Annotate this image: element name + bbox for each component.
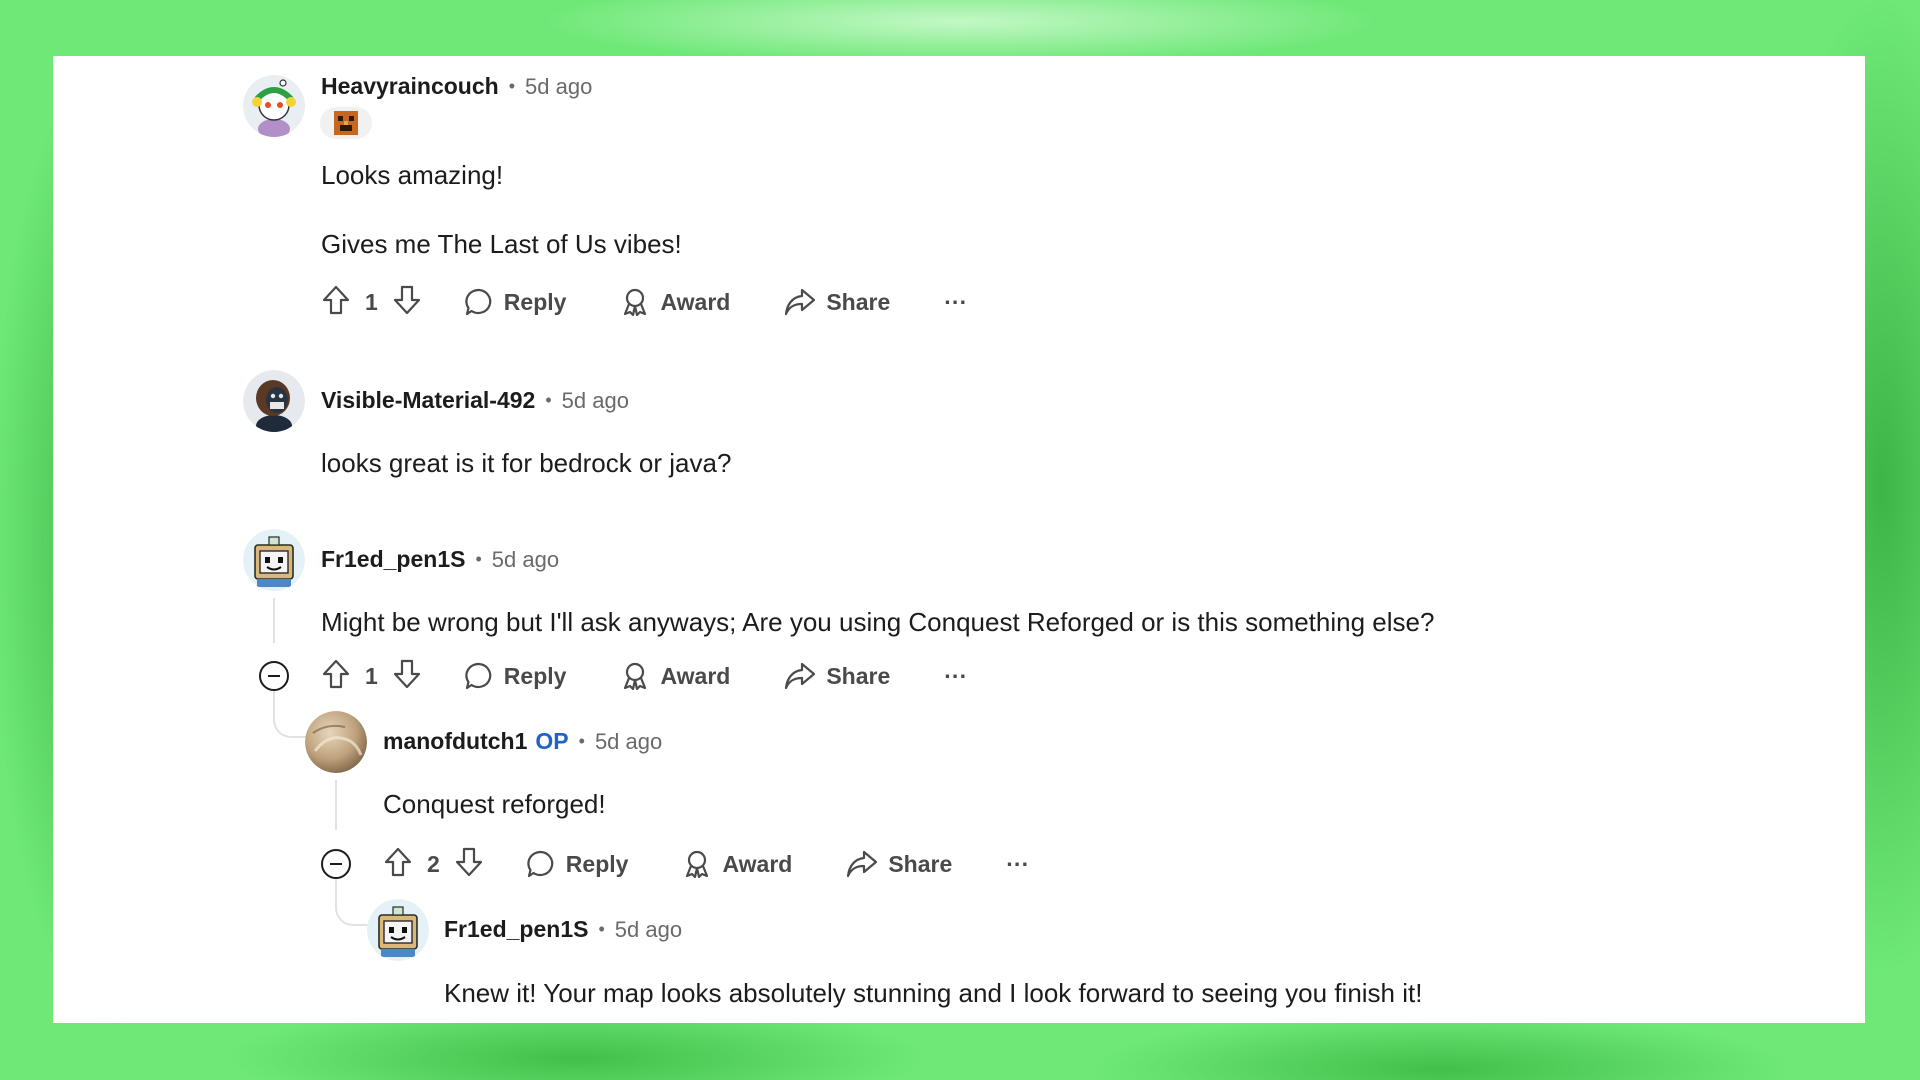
avatar[interactable] bbox=[305, 711, 367, 773]
username[interactable]: Visible-Material-492 bbox=[321, 387, 535, 414]
separator-dot: • bbox=[545, 390, 552, 410]
share-button[interactable]: Share bbox=[846, 849, 952, 879]
downvote-icon[interactable] bbox=[392, 658, 422, 695]
comment-thread-card: Heavyraincouch • 5d ago Looks amazing! G… bbox=[53, 56, 1865, 1023]
downvote-icon[interactable] bbox=[454, 846, 484, 883]
share-icon bbox=[847, 850, 878, 878]
separator-dot: • bbox=[508, 76, 516, 96]
avatar[interactable] bbox=[367, 899, 429, 961]
comment-text: Might be wrong but I'll ask anyways; Are… bbox=[321, 607, 1435, 637]
comment-header: manofdutch1 OP • 5d ago bbox=[383, 728, 662, 755]
timestamp[interactable]: 5d ago bbox=[562, 388, 629, 414]
thread-line bbox=[273, 598, 275, 643]
reply-button[interactable]: Reply bbox=[526, 849, 629, 879]
comment-thread: Heavyraincouch • 5d ago Looks amazing! G… bbox=[53, 56, 1865, 1023]
award-icon bbox=[624, 662, 647, 691]
share-label: Share bbox=[826, 662, 891, 689]
user-flair bbox=[320, 107, 372, 139]
vote-count: 2 bbox=[427, 850, 440, 877]
award-button[interactable]: Award bbox=[682, 849, 792, 879]
timestamp[interactable]: 5d ago bbox=[492, 547, 559, 573]
thread-line bbox=[335, 780, 337, 830]
award-button[interactable]: Award bbox=[620, 287, 730, 317]
username[interactable]: Heavyraincouch bbox=[321, 73, 499, 100]
vote-count: 1 bbox=[365, 288, 378, 315]
comment-text: Gives me The Last of Us vibes! bbox=[321, 229, 682, 259]
separator-dot: • bbox=[475, 549, 482, 569]
downvote-icon[interactable] bbox=[392, 284, 422, 321]
comment-header: Heavyraincouch • 5d ago bbox=[321, 73, 592, 100]
comment-text: looks great is it for bedrock or java? bbox=[321, 448, 732, 478]
username[interactable]: Fr1ed_pen1S bbox=[321, 546, 465, 573]
timestamp[interactable]: 5d ago bbox=[615, 917, 682, 943]
comment-actions: 2 Reply Award Share ··· bbox=[383, 844, 1029, 884]
thread-connector bbox=[273, 691, 310, 738]
vote-count: 1 bbox=[365, 662, 378, 689]
comment-text: Knew it! Your map looks absolutely stunn… bbox=[444, 978, 1423, 1008]
reply-label: Reply bbox=[565, 850, 629, 877]
share-icon bbox=[785, 288, 816, 316]
more-icon: ··· bbox=[1006, 850, 1030, 877]
avatar[interactable] bbox=[243, 529, 305, 591]
comment-bubble-icon bbox=[465, 288, 492, 316]
upvote-icon[interactable] bbox=[321, 284, 351, 321]
comment-actions: 1 Reply Award Share ··· bbox=[321, 282, 967, 322]
share-label: Share bbox=[826, 288, 891, 315]
award-icon bbox=[686, 850, 709, 879]
separator-dot: • bbox=[578, 731, 585, 751]
op-badge: OP bbox=[535, 728, 569, 754]
share-button[interactable]: Share bbox=[784, 661, 890, 691]
award-label: Award bbox=[660, 662, 731, 689]
award-label: Award bbox=[722, 850, 793, 877]
flair-icon bbox=[334, 111, 358, 135]
comment-text: Looks amazing! bbox=[321, 160, 504, 190]
comment-bubble-icon bbox=[527, 850, 554, 878]
comment-header: Fr1ed_pen1S • 5d ago bbox=[321, 546, 559, 573]
share-button[interactable]: Share bbox=[784, 287, 890, 317]
more-options-button[interactable]: ··· bbox=[944, 663, 967, 690]
avatar[interactable] bbox=[243, 75, 305, 137]
more-icon: ··· bbox=[944, 288, 968, 315]
comment-header: Fr1ed_pen1S • 5d ago bbox=[444, 916, 682, 943]
more-options-button[interactable]: ··· bbox=[944, 289, 967, 316]
award-button[interactable]: Award bbox=[620, 661, 730, 691]
upvote-icon[interactable] bbox=[383, 846, 413, 883]
username[interactable]: Fr1ed_pen1S bbox=[444, 916, 588, 943]
separator-dot: • bbox=[598, 919, 605, 939]
award-label: Award bbox=[660, 288, 731, 315]
reply-label: Reply bbox=[503, 288, 567, 315]
collapse-thread-button[interactable] bbox=[321, 849, 351, 879]
username[interactable]: manofdutch1 bbox=[383, 728, 527, 755]
reply-button[interactable]: Reply bbox=[464, 287, 567, 317]
reply-button[interactable]: Reply bbox=[464, 661, 567, 691]
thread-connector bbox=[335, 879, 372, 926]
share-icon bbox=[785, 662, 816, 690]
collapse-thread-button[interactable] bbox=[259, 661, 289, 691]
upvote-icon[interactable] bbox=[321, 658, 351, 695]
reply-label: Reply bbox=[503, 662, 567, 689]
share-label: Share bbox=[888, 850, 953, 877]
comment-actions: 1 Reply Award Share ··· bbox=[321, 656, 967, 696]
comment-text: Conquest reforged! bbox=[383, 789, 606, 819]
timestamp[interactable]: 5d ago bbox=[595, 729, 662, 755]
avatar[interactable] bbox=[243, 370, 305, 432]
more-options-button[interactable]: ··· bbox=[1006, 851, 1029, 878]
award-icon bbox=[624, 288, 647, 317]
comment-header: Visible-Material-492 • 5d ago bbox=[321, 387, 629, 414]
more-icon: ··· bbox=[944, 662, 968, 689]
comment-bubble-icon bbox=[465, 662, 492, 690]
timestamp[interactable]: 5d ago bbox=[525, 74, 592, 100]
